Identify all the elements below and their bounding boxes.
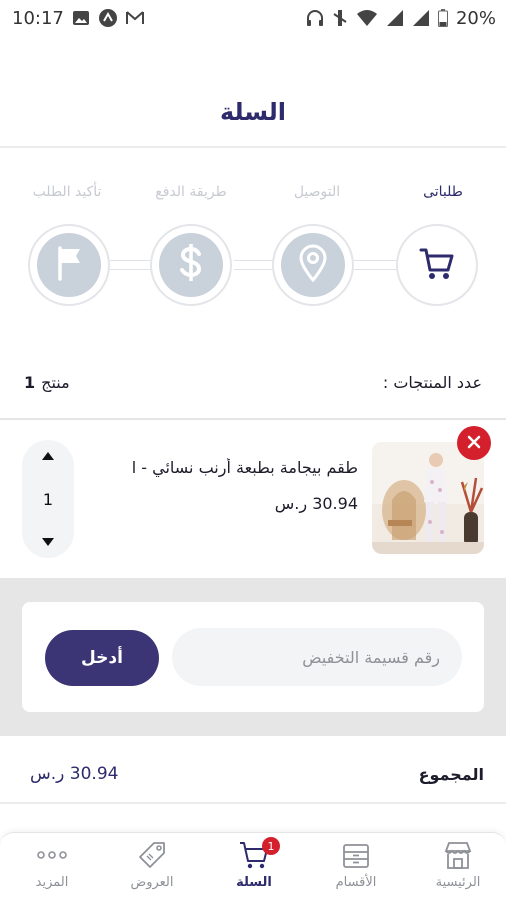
stepper-connector	[234, 260, 276, 270]
step-label-payment: طريقة الدفع	[155, 184, 227, 200]
product-count-unit: منتج	[41, 372, 70, 392]
nav-item-more[interactable]: المزيد	[4, 839, 100, 899]
cart-count-badge: 1	[262, 837, 280, 855]
categories-icon	[340, 839, 372, 871]
decrease-quantity-button[interactable]	[42, 538, 54, 546]
remove-item-button[interactable]	[457, 426, 491, 460]
total-row: 30.94 ر.س المجموع	[0, 748, 506, 800]
nav-item-categories[interactable]: الأقسام	[308, 839, 404, 899]
nav-label-cart: السلة	[236, 875, 272, 890]
mute-icon	[332, 9, 348, 27]
product-count-label: عدد المنتجات :	[382, 372, 482, 392]
total-label: المجموع	[418, 764, 484, 784]
dollar-icon	[178, 243, 204, 287]
step-orders	[396, 224, 478, 306]
cart-icon	[418, 244, 456, 286]
increase-quantity-button[interactable]	[42, 452, 54, 460]
gallery-icon	[72, 10, 90, 26]
bottom-navigation: الرئيسية الأقسام 1 السلة العروض المزيد	[0, 832, 506, 900]
battery-icon	[437, 9, 448, 27]
gmail-icon	[125, 11, 144, 25]
battery-percentage: 20%	[455, 7, 496, 29]
apply-coupon-button[interactable]: أدخل	[45, 630, 159, 686]
more-dots-icon	[34, 839, 70, 871]
quantity-value: 1	[42, 489, 54, 509]
nav-label-categories: الأقسام	[335, 875, 377, 890]
product-price: 30.94 ر.س	[274, 494, 358, 513]
header-divider	[0, 146, 506, 148]
headphones-icon	[306, 9, 324, 27]
page-title: السلة	[219, 98, 286, 126]
product-count-number: 1	[24, 372, 36, 392]
step-label-orders: طلباتى	[423, 184, 463, 200]
coupon-code-input[interactable]	[172, 628, 462, 686]
product-count: 1 منتج	[24, 373, 70, 392]
wifi-icon	[356, 9, 378, 27]
product-name[interactable]: طقم بيجامة بطبعة أرنب نسائي - ا	[98, 458, 358, 477]
step-payment	[150, 224, 232, 306]
nav-item-cart[interactable]: 1 السلة	[206, 837, 302, 899]
step-delivery	[272, 224, 354, 306]
flag-icon	[54, 245, 84, 285]
total-value: 30.94 ر.س	[30, 764, 119, 784]
nav-label-more: المزيد	[35, 875, 69, 890]
product-count-row: 1 منتج عدد المنتجات :	[0, 360, 506, 404]
close-icon	[467, 434, 481, 453]
location-pin-icon	[298, 244, 328, 286]
nav-label-offers: العروض	[130, 875, 174, 890]
section-divider	[0, 418, 506, 420]
signal-r-icon	[386, 9, 404, 27]
quantity-stepper: 1	[22, 440, 74, 558]
store-icon	[442, 839, 474, 871]
status-bar: 10:17 20%	[0, 0, 506, 36]
stepper-connector	[354, 260, 398, 270]
step-confirm	[28, 224, 110, 306]
status-time: 10:17	[12, 7, 64, 29]
step-label-confirm: تأكيد الطلب	[32, 184, 102, 200]
signal-icon	[412, 9, 430, 27]
cart-icon: 1	[238, 837, 280, 871]
page-header: السلة	[0, 78, 506, 146]
step-label-delivery: التوصيل	[293, 184, 341, 200]
nav-label-home: الرئيسية	[435, 875, 481, 890]
nav-item-home[interactable]: الرئيسية	[410, 839, 506, 899]
tag-icon	[136, 839, 168, 871]
nav-item-offers[interactable]: العروض	[104, 839, 200, 899]
section-divider	[0, 802, 506, 804]
app-notification-icon	[98, 8, 118, 28]
